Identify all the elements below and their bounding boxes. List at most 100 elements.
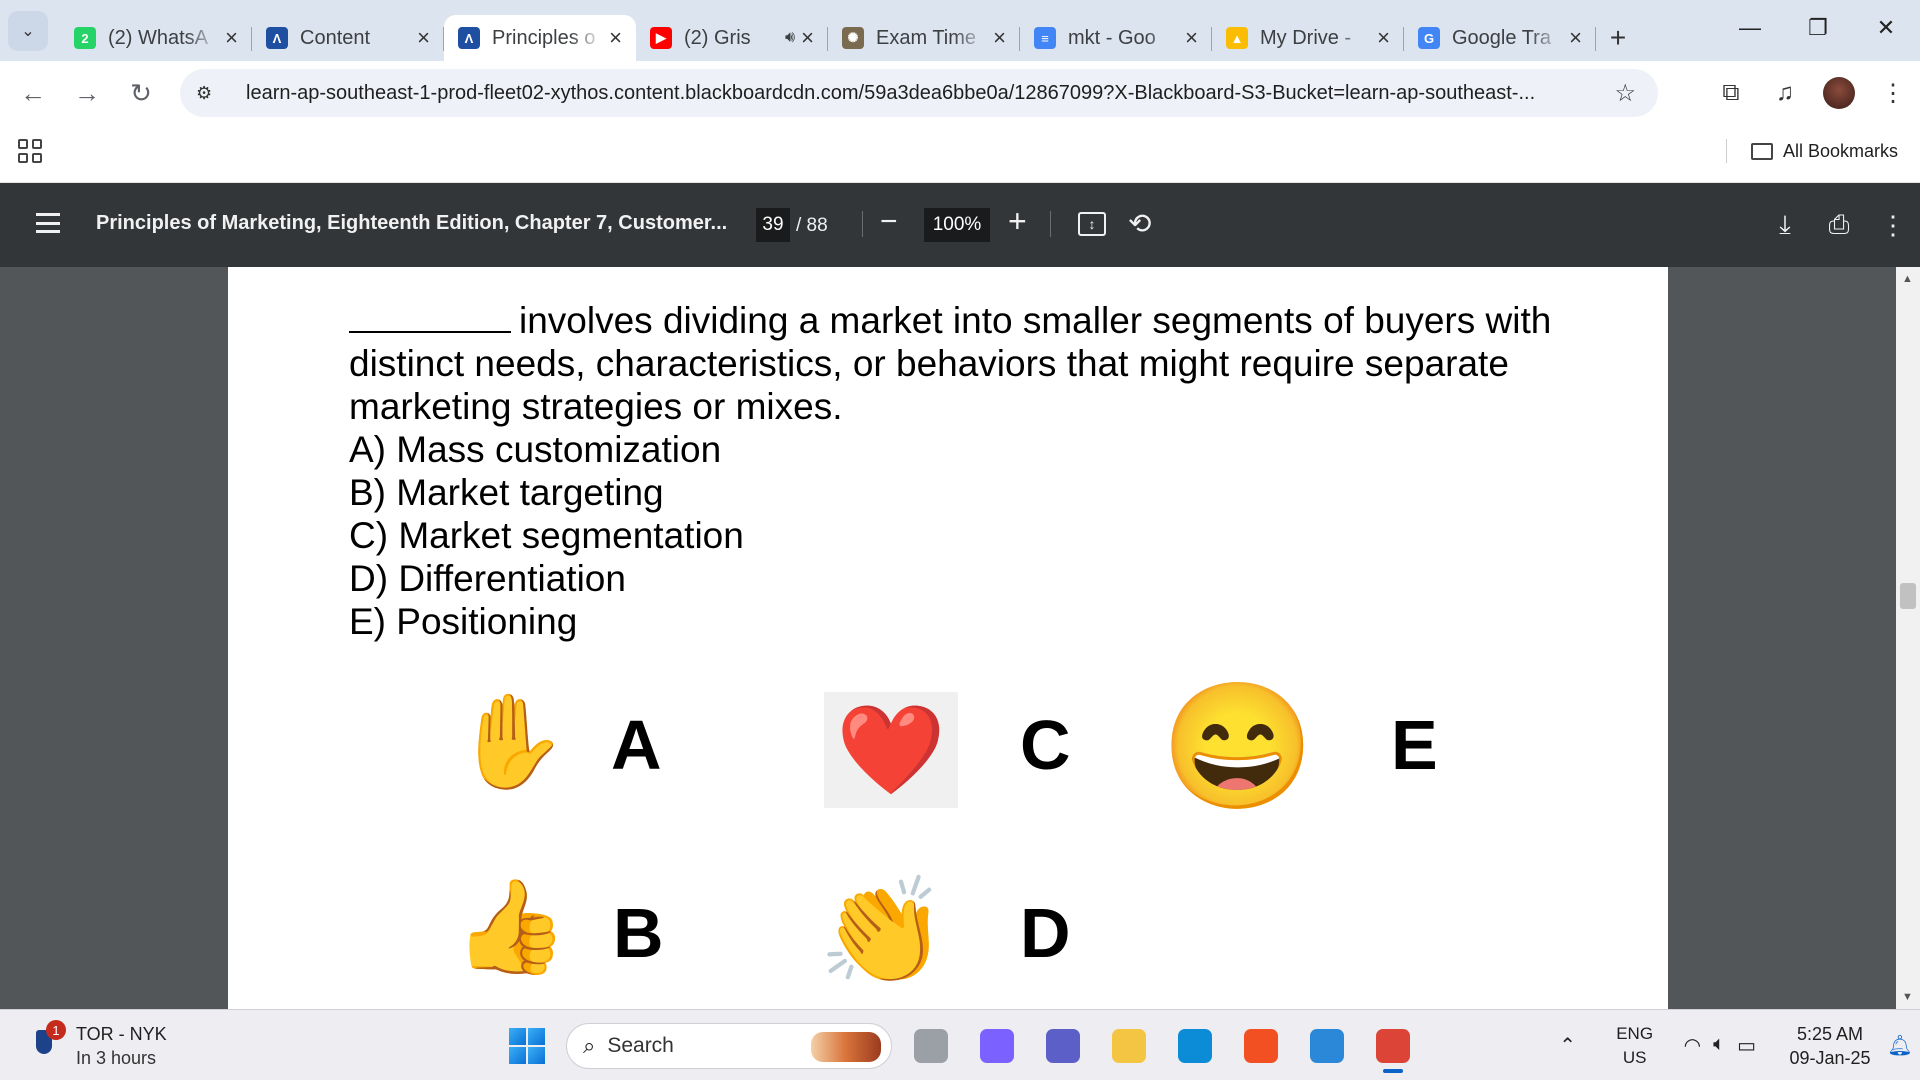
language-indicator[interactable]: ENG US bbox=[1600, 1022, 1670, 1070]
notification-badge: 1 bbox=[46, 1020, 66, 1040]
browser-tab[interactable]: Λ Content × bbox=[252, 15, 444, 61]
pdf-viewer[interactable]: involves dividing a market into smaller … bbox=[0, 267, 1920, 1009]
tab-title: mkt - Goo bbox=[1068, 26, 1156, 49]
widgets-news[interactable]: 1 TOR - NYK In 3 hours bbox=[32, 1020, 167, 1070]
volume-icon[interactable]: 🔈︎ bbox=[1713, 1033, 1725, 1058]
blackboard-icon: Λ bbox=[266, 27, 288, 49]
browser-toolbar: ← → ↻ ⚙ learn-ap-southeast-1-prod-fleet0… bbox=[0, 61, 1920, 125]
wifi-icon[interactable]: ◠ bbox=[1684, 1033, 1701, 1058]
question-text: involves dividing a market into smaller … bbox=[349, 300, 1552, 427]
close-tab-icon[interactable]: × bbox=[801, 25, 814, 51]
edge-icon-glyph bbox=[1178, 1029, 1212, 1063]
minimize-button[interactable]: — bbox=[1716, 0, 1784, 56]
close-tab-icon[interactable]: × bbox=[1377, 25, 1390, 51]
fit-to-page-icon[interactable]: ↕ bbox=[1078, 212, 1106, 236]
taskbar-search[interactable]: ⌕ Search bbox=[566, 1023, 892, 1069]
file-explorer-icon[interactable] bbox=[1102, 1019, 1156, 1073]
browser-tab[interactable]: ▶ (2) Gris 🔊︎ × bbox=[636, 15, 828, 61]
clapping-hands-emoji: 👏 bbox=[818, 873, 948, 990]
teams-icon[interactable] bbox=[1036, 1019, 1090, 1073]
browser-tab[interactable]: ≡ mkt - Goo × bbox=[1020, 15, 1212, 61]
notifications-bell-icon[interactable]: 🔔︎ bbox=[1880, 1033, 1920, 1058]
start-button[interactable] bbox=[500, 1019, 554, 1073]
search-placeholder: Search bbox=[607, 1034, 674, 1057]
close-tab-icon[interactable]: × bbox=[993, 25, 1006, 51]
restore-button[interactable]: ❐ bbox=[1784, 0, 1852, 56]
clock[interactable]: 5:25 AM 09-Jan-25 bbox=[1780, 1022, 1880, 1070]
copilot-icon-glyph bbox=[980, 1029, 1014, 1063]
vertical-scrollbar[interactable]: ▲ ▼ bbox=[1896, 267, 1920, 1009]
rotate-icon[interactable]: ⟲ bbox=[1128, 207, 1151, 240]
taskbar-apps: ⌕ Search bbox=[500, 1019, 1420, 1073]
answer-blank bbox=[349, 299, 511, 333]
close-window-button[interactable]: ✕ bbox=[1852, 0, 1920, 56]
reaction-letter-d: D bbox=[1020, 894, 1071, 972]
scrollbar-thumb[interactable] bbox=[1900, 583, 1916, 609]
show-hidden-icons-icon[interactable]: ⌃ bbox=[1548, 1033, 1588, 1058]
url-text[interactable]: learn-ap-southeast-1-prod-fleet02-xythos… bbox=[246, 82, 1626, 105]
tab-search-button[interactable]: ⌄ bbox=[8, 11, 48, 51]
address-bar[interactable]: ⚙ learn-ap-southeast-1-prod-fleet02-xyth… bbox=[180, 69, 1658, 117]
browser-tab[interactable]: ✺ Exam Time × bbox=[828, 15, 1020, 61]
blackboard-icon: Λ bbox=[458, 27, 480, 49]
pdf-page: involves dividing a market into smaller … bbox=[228, 267, 1668, 1009]
microsoft-store-icon[interactable] bbox=[1234, 1019, 1288, 1073]
youtube-icon: ▶ bbox=[650, 27, 672, 49]
extensions-icon[interactable]: ⧉ bbox=[1704, 79, 1758, 107]
copilot-icon[interactable] bbox=[970, 1019, 1024, 1073]
help-icon[interactable] bbox=[1300, 1019, 1354, 1073]
site-info-icon[interactable]: ⚙ bbox=[196, 83, 224, 104]
browser-tab[interactable]: ▲ My Drive - × bbox=[1212, 15, 1404, 61]
tabs: 2 (2) WhatsA × Λ Content × Λ Principles o × ▶ (2) … bbox=[60, 8, 1640, 61]
windows-taskbar: 1 TOR - NYK In 3 hours ⌕ Search ⌃ ENG US… bbox=[0, 1009, 1920, 1080]
download-icon[interactable]: ⤓ bbox=[1758, 209, 1812, 241]
profile-avatar[interactable] bbox=[1823, 77, 1855, 109]
page-total: / 88 bbox=[796, 215, 828, 236]
tab-title: Principles o bbox=[492, 26, 596, 49]
forward-button[interactable]: → bbox=[60, 66, 114, 120]
zoom-in-button[interactable]: + bbox=[1008, 203, 1027, 240]
option-d: D) Differentiation bbox=[349, 558, 626, 599]
new-tab-button[interactable]: + bbox=[1596, 15, 1640, 61]
close-tab-icon[interactable]: × bbox=[609, 25, 622, 51]
document-title: Principles of Marketing, Eighteenth Edit… bbox=[96, 212, 728, 234]
option-b: B) Market targeting bbox=[349, 472, 664, 513]
browser-menu-icon[interactable]: ⋮ bbox=[1866, 79, 1920, 108]
browser-tab[interactable]: Λ Principles o × bbox=[444, 15, 636, 61]
media-control-icon[interactable]: ♫ bbox=[1758, 79, 1812, 107]
tab-title: Content bbox=[300, 26, 371, 49]
tab-title: (2) WhatsA bbox=[108, 26, 209, 49]
close-tab-icon[interactable]: × bbox=[417, 25, 430, 51]
google-drive-icon: ▲ bbox=[1226, 27, 1248, 49]
browser-tab[interactable]: 2 (2) WhatsA × bbox=[60, 15, 252, 61]
lang-bottom: US bbox=[1622, 1047, 1647, 1067]
close-tab-icon[interactable]: × bbox=[1569, 25, 1582, 51]
print-icon[interactable]: ⎙ bbox=[1812, 209, 1866, 241]
edge-icon[interactable] bbox=[1168, 1019, 1222, 1073]
battery-icon[interactable]: ▭ bbox=[1737, 1033, 1756, 1058]
zoom-level-input[interactable]: 100% bbox=[924, 208, 990, 242]
taskview-icon[interactable] bbox=[904, 1019, 958, 1073]
pdf-more-icon[interactable]: ⋮ bbox=[1866, 210, 1920, 241]
system-tray: ⌃ ENG US ◠ 🔈︎ ▭ 5:25 AM 09-Jan-25 🔔︎ bbox=[1548, 1010, 1920, 1080]
scroll-up-arrow-icon[interactable]: ▲ bbox=[1902, 273, 1913, 285]
help-icon-glyph bbox=[1310, 1029, 1344, 1063]
close-tab-icon[interactable]: × bbox=[225, 25, 238, 51]
reload-button[interactable]: ↻ bbox=[114, 66, 168, 120]
apps-icon[interactable] bbox=[18, 139, 42, 163]
menu-icon[interactable] bbox=[36, 213, 60, 233]
browser-tab[interactable]: G Google Tra × bbox=[1404, 15, 1596, 61]
close-tab-icon[interactable]: × bbox=[1185, 25, 1198, 51]
tab-audio-icon[interactable]: 🔊︎ bbox=[785, 29, 795, 47]
option-c: C) Market segmentation bbox=[349, 515, 744, 556]
whatsapp-icon: 2 bbox=[74, 27, 96, 49]
chrome-icon[interactable] bbox=[1366, 1019, 1420, 1073]
all-bookmarks-button[interactable]: All Bookmarks bbox=[1725, 139, 1898, 163]
pinecone-icon: ✺ bbox=[842, 27, 864, 49]
search-highlight-image bbox=[811, 1032, 881, 1062]
zoom-out-button[interactable]: − bbox=[880, 205, 898, 239]
bookmark-star-icon[interactable]: ☆ bbox=[1614, 79, 1636, 108]
page-number-input[interactable]: 39 bbox=[756, 208, 790, 242]
back-button[interactable]: ← bbox=[6, 66, 60, 120]
scroll-down-arrow-icon[interactable]: ▼ bbox=[1902, 991, 1913, 1003]
